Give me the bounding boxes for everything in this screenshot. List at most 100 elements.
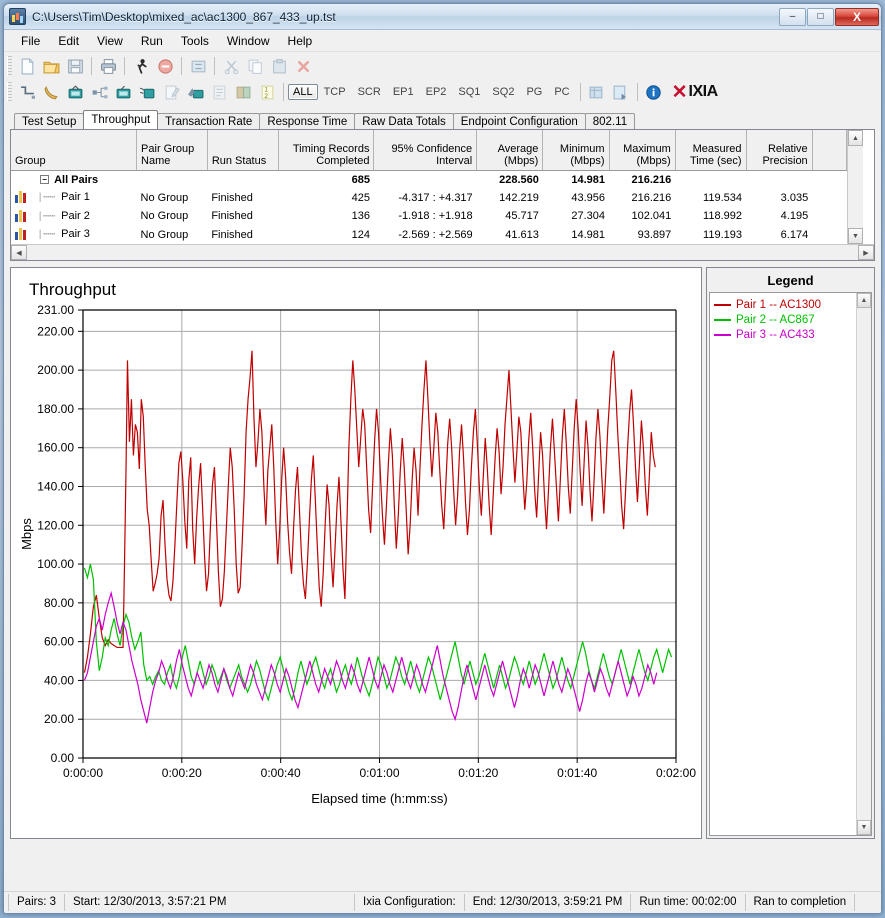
collapse-expander-icon[interactable]: – [40,175,50,185]
report-icon[interactable] [207,81,231,104]
export-icon[interactable] [609,81,633,104]
tab-test-setup[interactable]: Test Setup [14,113,85,130]
filter-ep1[interactable]: EP1 [387,84,420,100]
col-minimum[interactable]: Minimum (Mbps) [542,130,610,171]
table-vertical-scrollbar[interactable]: ▲ ▼ [847,130,863,244]
legend-scrollbar[interactable]: ▲ ▼ [856,293,871,835]
legend-scroll-down-icon[interactable]: ▼ [857,820,871,835]
col-average[interactable]: Average (Mbps) [476,130,544,171]
scroll-up-icon[interactable]: ▲ [848,130,863,146]
menu-file[interactable]: File [12,32,49,50]
col-measured-time[interactable]: Measured Time (sec) [675,130,747,171]
maximize-button[interactable]: □ [807,7,834,26]
copy-icon[interactable] [243,55,267,78]
toolbar-separator [283,83,284,101]
cut-scissors-icon[interactable] [219,55,243,78]
stop-test-icon[interactable] [153,55,177,78]
chart-area: Throughput 0.00 20.00 40.00 60.00 80.00 100.0… [10,267,875,839]
status-bar: Pairs: 3 Start: 12/30/2013, 3:57:21 PM I… [4,891,881,913]
close-button[interactable]: X [835,7,879,26]
info-icon[interactable] [642,81,666,104]
toolbar-grip[interactable] [7,56,12,76]
svg-text:140.00: 140.00 [37,479,74,493]
toolbar-separator [124,57,125,75]
filter-pc[interactable]: PC [548,84,575,100]
menu-view[interactable]: View [88,32,132,50]
paste-icon[interactable] [267,55,291,78]
menu-help[interactable]: Help [279,32,322,50]
add-hardware-pair-icon[interactable] [135,81,159,104]
print-icon[interactable] [96,55,120,78]
menu-window[interactable]: Window [218,32,279,50]
table-horizontal-scrollbar[interactable]: ◀ ▶ [11,244,874,260]
col-timing-records[interactable]: Timing Records Completed [278,130,375,171]
legend-scroll-up-icon[interactable]: ▲ [857,293,871,308]
scroll-right-icon[interactable]: ▶ [858,245,874,260]
legend-item-pair3[interactable]: Pair 3 -- AC433 [714,327,856,342]
filter-pg[interactable]: PG [520,84,548,100]
status-result: Ran to completion [746,894,856,911]
tab-endpoint-configuration[interactable]: Endpoint Configuration [452,113,586,130]
menu-tools[interactable]: Tools [172,32,218,50]
pair-chart-icon[interactable] [15,191,28,204]
svg-text:100.00: 100.00 [37,557,74,571]
legend-label-pair3: Pair 3 -- AC433 [736,328,815,341]
filter-ep2[interactable]: EP2 [420,84,453,100]
status-configuration: Ixia Configuration: [355,894,465,911]
tab-throughput[interactable]: Throughput [83,110,159,129]
filter-tcp[interactable]: TCP [318,84,352,100]
cell-minimum: 14.981 [571,228,606,241]
filter-sq1[interactable]: SQ1 [452,84,486,100]
col-confidence-interval[interactable]: 95% Confidence Interval [373,130,478,171]
tab-transaction-rate[interactable]: Transaction Rate [157,113,261,130]
col-pair-group-name[interactable]: Pair Group Name [136,130,208,171]
filter-all[interactable]: ALL [288,84,318,100]
col-maximum[interactable]: Maximum (Mbps) [609,130,676,171]
open-folder-icon[interactable] [39,55,63,78]
table-row[interactable]: |⋯⋯ Pair 1 No Group Finished 425 -4.317 … [11,189,847,208]
minimize-button[interactable]: – [779,7,806,26]
cell-pair-group-name: No Group [140,191,189,204]
cell-timing-records: 136 [351,210,370,223]
add-voip-video-icon[interactable] [183,81,207,104]
add-video-pair-icon[interactable] [63,81,87,104]
toolbar-grip[interactable] [7,82,12,102]
scroll-down-icon[interactable]: ▼ [848,228,863,244]
add-pair-icon[interactable] [15,81,39,104]
filter-scr[interactable]: SCR [352,84,387,100]
toolbar-separator [181,57,182,75]
grid-view-icon[interactable] [585,81,609,104]
save-disk-icon[interactable] [63,55,87,78]
add-pair-phone-icon[interactable] [39,81,63,104]
table-row[interactable]: |⋯⋯ Pair 2 No Group Finished 136 -1.918 … [11,207,847,226]
table-row-all-pairs[interactable]: – All Pairs 685 228.560 14.981 216.216 [11,170,847,189]
col-run-status[interactable]: Run Status [207,130,279,171]
number-pairs-icon[interactable]: 12 [255,81,279,104]
svg-text:0:00:00: 0:00:00 [63,766,103,780]
run-test-icon[interactable] [129,55,153,78]
scroll-left-icon[interactable]: ◀ [11,245,27,260]
menu-edit[interactable]: Edit [49,32,88,50]
pair-chart-icon[interactable] [15,228,28,241]
add-voip-pair-icon[interactable] [111,81,135,104]
tab-response-time[interactable]: Response Time [259,113,356,130]
tab-raw-data-totals[interactable]: Raw Data Totals [354,113,454,130]
menu-run[interactable]: Run [132,32,172,50]
pair-chart-icon[interactable] [15,209,28,222]
new-document-icon[interactable] [15,55,39,78]
filter-sq2[interactable]: SQ2 [486,84,520,100]
legend-item-pair1[interactable]: Pair 1 -- AC1300 [714,297,856,312]
cell-relative-precision: 3.035 [780,191,809,204]
col-relative-precision[interactable]: Relative Precision [746,130,813,171]
throughput-chart[interactable]: Throughput 0.00 20.00 40.00 60.00 80.00 100.0… [10,267,702,839]
table-row[interactable]: |⋯⋯ Pair 3 No Group Finished 124 -2.569 … [11,226,847,245]
tab-80211[interactable]: 802.11 [584,113,636,130]
edit-pair-icon[interactable] [159,81,183,104]
col-group[interactable]: Group [11,130,138,171]
legend-item-pair2[interactable]: Pair 2 -- AC867 [714,312,856,327]
window-controls: – □ X [779,7,879,26]
delete-x-icon[interactable] [291,55,315,78]
swap-endpoints-icon[interactable] [186,55,210,78]
add-multicast-pair-icon[interactable] [87,81,111,104]
duplicate-pair-icon[interactable] [231,81,255,104]
